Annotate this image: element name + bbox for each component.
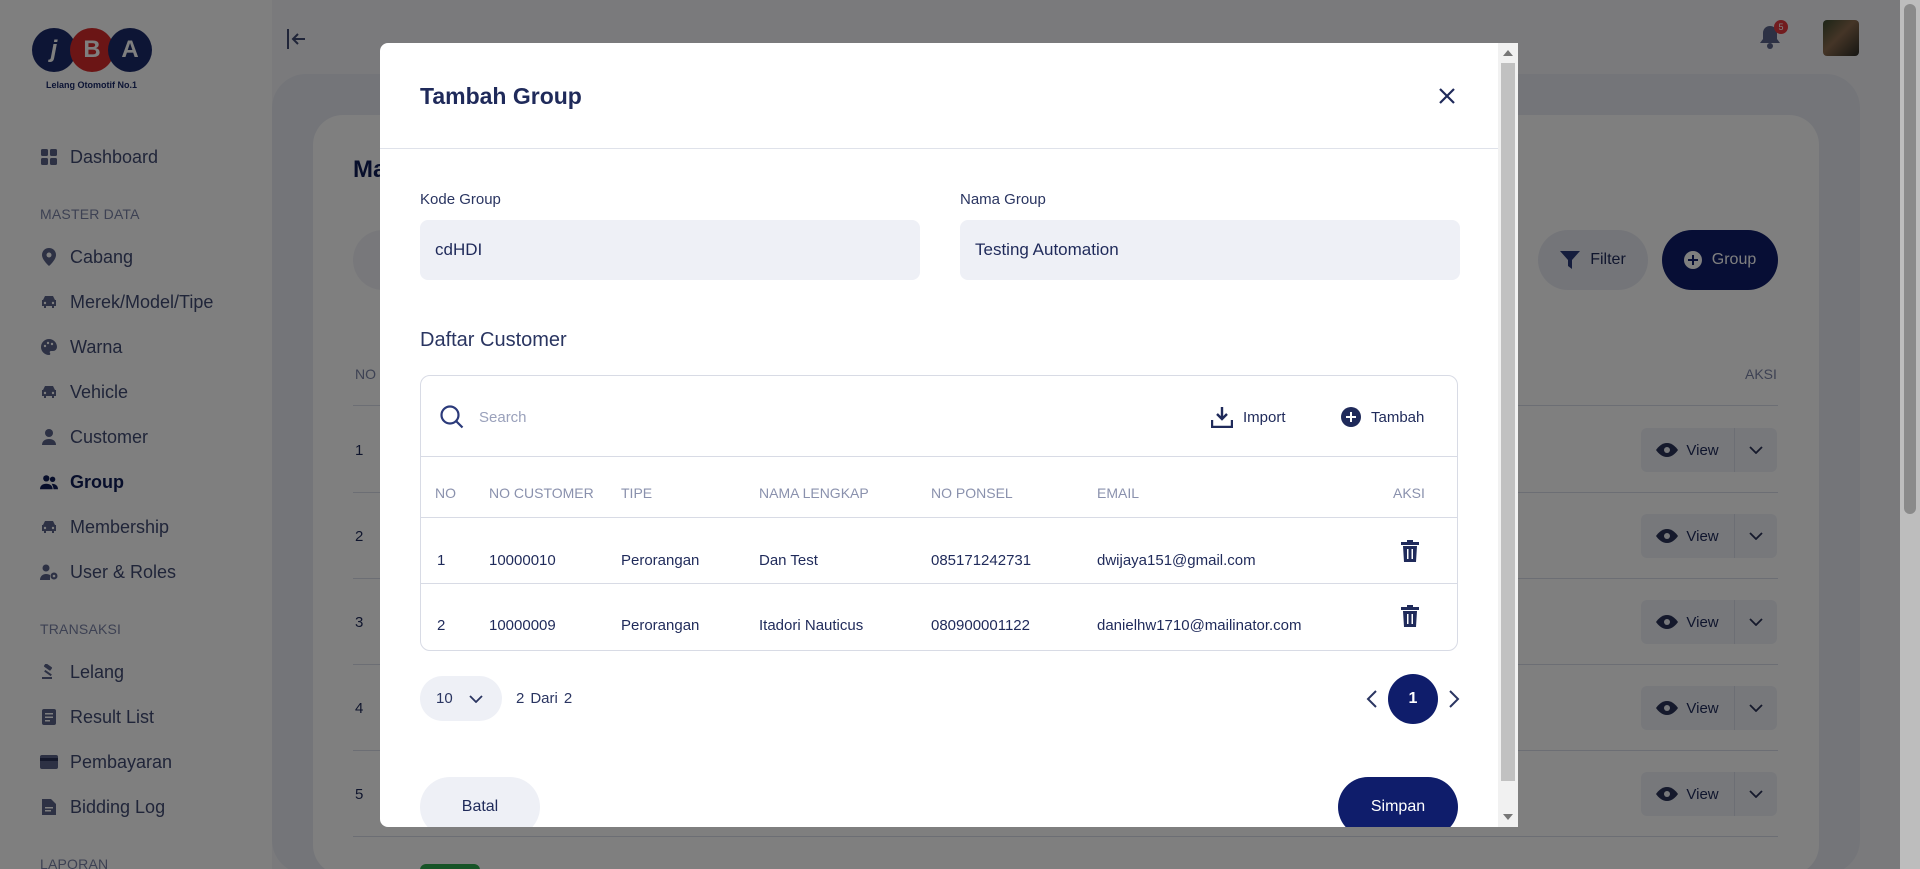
- row-no: 2: [437, 617, 446, 634]
- row-email: dwijaya151@gmail.com: [1097, 552, 1256, 569]
- row-ponsel: 085171242731: [931, 552, 1032, 569]
- kode-group-input[interactable]: [420, 220, 920, 280]
- scroll-down-arrow-icon[interactable]: [1503, 814, 1513, 820]
- nama-group-input[interactable]: [960, 220, 1460, 280]
- column-header-no-ponsel: NO PONSEL: [931, 485, 1013, 501]
- page-scrollbar-thumb[interactable]: [1904, 4, 1916, 514]
- customer-table-card: Import Tambah NO NO CUSTOMER TIPE NAMA L…: [420, 375, 1458, 651]
- simpan-button[interactable]: Simpan: [1338, 777, 1458, 827]
- range-count: 2: [516, 690, 525, 707]
- tambah-label: Tambah: [1371, 408, 1425, 426]
- row-no-customer: 10000009: [489, 617, 556, 634]
- chevron-down-icon: [469, 694, 483, 703]
- range-total: 2: [563, 690, 573, 707]
- search-divider: [421, 456, 1457, 457]
- customer-search-input[interactable]: [479, 398, 1079, 436]
- close-icon: [1439, 88, 1455, 104]
- range-of: Dari: [530, 690, 558, 707]
- column-header-nama-lengkap: NAMA LENGKAP: [759, 485, 869, 501]
- row-email: danielhw1710@mailinator.com: [1097, 617, 1302, 634]
- row-tipe: Perorangan: [621, 617, 700, 634]
- row-ponsel: 080900001122: [931, 617, 1030, 634]
- next-page-chevron-icon[interactable]: [1442, 686, 1464, 712]
- per-page-value: 10: [436, 690, 453, 707]
- row-tipe: Perorangan: [621, 552, 700, 569]
- modal-header-divider: [380, 148, 1498, 149]
- row-no-customer: 10000010: [489, 552, 556, 569]
- delete-row-trash-icon[interactable]: [1401, 605, 1419, 627]
- column-header-no: NO: [435, 485, 456, 501]
- daftar-customer-title: Daftar Customer: [420, 329, 567, 351]
- column-header-email: EMAIL: [1097, 485, 1140, 501]
- import-button[interactable]: Import: [1211, 402, 1286, 432]
- page-scrollbar[interactable]: [1900, 0, 1920, 869]
- column-header-no-customer: NO CUSTOMER: [489, 485, 594, 501]
- table-header-divider: [421, 517, 1457, 518]
- scroll-up-arrow-icon[interactable]: [1503, 50, 1513, 56]
- search-icon: [440, 405, 464, 429]
- column-header-tipe: TIPE: [621, 485, 653, 501]
- pagination-summary: 2 Dari 2: [516, 690, 572, 707]
- delete-row-trash-icon[interactable]: [1401, 540, 1419, 562]
- per-page-select[interactable]: 10: [420, 676, 502, 721]
- row-divider: [421, 583, 1457, 584]
- download-icon: [1211, 407, 1233, 428]
- row-nama: Dan Test: [759, 552, 818, 569]
- batal-button[interactable]: Batal: [420, 777, 540, 827]
- modal-scrollbar[interactable]: [1498, 43, 1518, 827]
- modal-scrollbar-thumb[interactable]: [1501, 63, 1515, 781]
- current-page-button[interactable]: 1: [1388, 674, 1438, 724]
- plus-circle-icon: [1341, 407, 1361, 427]
- import-label: Import: [1243, 408, 1286, 426]
- row-nama: Itadori Nauticus: [759, 617, 864, 634]
- column-header-aksi: AKSI: [1393, 485, 1425, 501]
- tambah-group-modal: Tambah Group Kode Group Nama Group Dafta…: [380, 43, 1518, 827]
- kode-group-label: Kode Group: [420, 191, 501, 208]
- nama-group-label: Nama Group: [960, 191, 1046, 208]
- tambah-customer-button[interactable]: Tambah: [1341, 402, 1424, 432]
- close-button[interactable]: [1432, 81, 1462, 111]
- row-no: 1: [437, 552, 446, 569]
- prev-page-chevron-icon[interactable]: [1362, 686, 1384, 712]
- modal-title: Tambah Group: [420, 83, 582, 109]
